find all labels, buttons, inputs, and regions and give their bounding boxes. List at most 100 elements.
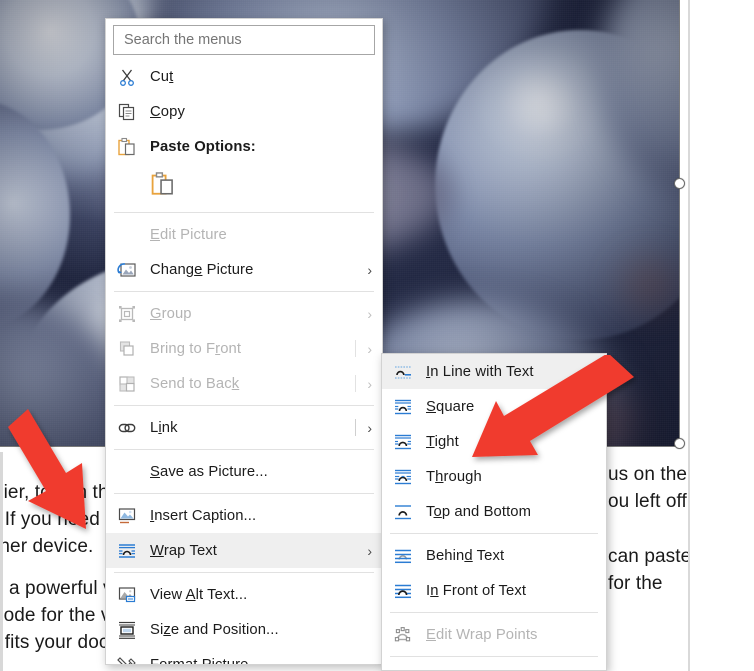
search-menus-row xyxy=(106,19,382,59)
menu-divider-1 xyxy=(114,212,374,213)
menu-item-bring-to-front: Bring to Front › xyxy=(106,331,382,366)
menu-item-separator-bar xyxy=(355,375,356,392)
search-menus-input[interactable] xyxy=(113,25,375,55)
menu-item-group-label: Group xyxy=(150,305,192,322)
submenu-item-move-with-text: Move with Text xyxy=(382,661,606,671)
menu-item-format-picture-label: Format Picture... xyxy=(150,656,262,665)
menu-divider-2 xyxy=(114,291,374,292)
menu-item-view-alt-text-label: View Alt Text... xyxy=(150,586,248,603)
submenu-item-in-front-of-text[interactable]: In Front of Text xyxy=(382,573,606,608)
menu-item-change-picture[interactable]: Change Picture › xyxy=(106,252,382,287)
menu-item-send-to-back-label: Send to Back xyxy=(150,375,240,392)
no-icon xyxy=(116,461,138,483)
chevron-right-icon: › xyxy=(367,419,372,436)
menu-item-size-and-position[interactable]: Size and Position... xyxy=(106,612,382,647)
menu-item-copy[interactable]: Copy xyxy=(106,94,382,129)
menu-item-view-alt-text[interactable]: View Alt Text... xyxy=(106,577,382,612)
chevron-right-icon: › xyxy=(367,261,372,278)
paste-keep-formatting-icon[interactable] xyxy=(150,171,176,201)
page-outside-right xyxy=(690,0,754,671)
scissors-icon xyxy=(116,66,138,88)
submenu-item-tight[interactable]: Tight xyxy=(382,424,606,459)
view-alt-text-icon xyxy=(116,584,138,606)
chevron-right-icon: › xyxy=(367,305,372,322)
send-to-back-icon xyxy=(116,373,138,395)
picture-border-right xyxy=(679,0,680,447)
menu-item-format-picture[interactable]: Format Picture... xyxy=(106,647,382,665)
page-margin-left xyxy=(0,452,3,671)
menu-item-change-picture-label: Change Picture xyxy=(150,261,254,278)
link-icon xyxy=(116,417,138,439)
picture-handle-right-lower[interactable] xyxy=(674,438,685,449)
submenu-item-edit-wrap-points: Edit Wrap Points xyxy=(382,617,606,652)
submenu-item-behind-text[interactable]: Behind Text xyxy=(382,538,606,573)
menu-item-edit-picture: Edit Picture xyxy=(106,217,382,252)
submenu-item-tight-label: Tight xyxy=(426,433,459,450)
submenu-item-in-line-with-text-label: In Line with Text xyxy=(426,363,534,380)
submenu-item-through[interactable]: Through xyxy=(382,459,606,494)
menu-item-separator-bar xyxy=(355,419,356,436)
doc-line-right-0: us on the xyxy=(608,464,688,485)
wrap-through-icon xyxy=(392,466,414,488)
menu-item-cut[interactable]: Cut xyxy=(106,59,382,94)
doc-line-right-2: can paste xyxy=(608,546,692,567)
submenu-item-in-front-of-text-label: In Front of Text xyxy=(426,582,527,599)
menu-item-copy-label: Copy xyxy=(150,103,185,120)
wrap-square-icon xyxy=(392,396,414,418)
edit-wrap-points-icon xyxy=(392,624,414,646)
menu-item-insert-caption[interactable]: Insert Caption... xyxy=(106,498,382,533)
screenshot-root: sier, too, in the . If you need ther dev… xyxy=(0,0,754,671)
menu-item-insert-caption-label: Insert Caption... xyxy=(150,507,257,524)
doc-line-left-4: code for the v xyxy=(0,605,111,626)
menu-divider-3 xyxy=(114,405,374,406)
menu-item-cut-label: Cut xyxy=(150,68,174,85)
submenu-item-in-line-with-text[interactable]: In Line with Text xyxy=(382,354,606,389)
doc-line-left-0: sier, too, in the xyxy=(0,482,120,503)
menu-item-save-as-picture[interactable]: Save as Picture... xyxy=(106,454,382,489)
wrap-top-bottom-icon xyxy=(392,501,414,523)
insert-caption-icon xyxy=(116,505,138,527)
submenu-item-top-and-bottom-label: Top and Bottom xyxy=(426,503,532,520)
submenu-item-edit-wrap-points-label: Edit Wrap Points xyxy=(426,626,538,643)
menu-item-link[interactable]: Link › xyxy=(106,410,382,445)
doc-line-left-5: t fits your doc xyxy=(0,632,109,653)
chevron-right-icon: › xyxy=(367,340,372,357)
wrap-tight-icon xyxy=(392,431,414,453)
wrap-inline-icon xyxy=(392,361,414,383)
change-picture-icon xyxy=(116,259,138,281)
menu-divider-4 xyxy=(114,449,374,450)
submenu-item-through-label: Through xyxy=(426,468,482,485)
picture-context-menu[interactable]: Cut Copy xyxy=(105,18,383,665)
wrap-behind-text-icon xyxy=(392,545,414,567)
menu-item-edit-picture-label: Edit Picture xyxy=(150,226,227,243)
picture-handle-right-upper[interactable] xyxy=(674,178,685,189)
wrap-text-submenu[interactable]: In Line with Text Square Tight Through T… xyxy=(381,353,607,671)
doc-line-left-2: ther device. xyxy=(0,536,94,557)
format-picture-icon xyxy=(116,654,138,664)
menu-item-link-label: Link xyxy=(150,419,178,436)
submenu-divider-1 xyxy=(390,533,598,534)
submenu-divider-3 xyxy=(390,656,598,657)
paste-options-gallery[interactable] xyxy=(106,164,382,208)
menu-item-paste-options-label: Paste Options: xyxy=(150,138,256,155)
menu-item-wrap-text[interactable]: Wrap Text › xyxy=(106,533,382,568)
submenu-item-top-and-bottom[interactable]: Top and Bottom xyxy=(382,494,606,529)
menu-item-group: Group › xyxy=(106,296,382,331)
menu-item-paste-options: Paste Options: xyxy=(106,129,382,164)
submenu-divider-2 xyxy=(390,612,598,613)
menu-divider-5 xyxy=(114,493,374,494)
submenu-item-square-label: Square xyxy=(426,398,475,415)
chevron-right-icon: › xyxy=(367,542,372,559)
wrap-text-icon xyxy=(116,540,138,562)
menu-divider-6 xyxy=(114,572,374,573)
submenu-item-square[interactable]: Square xyxy=(382,389,606,424)
doc-line-left-3: s a powerful v xyxy=(0,578,113,599)
clipboard-icon xyxy=(116,136,138,158)
menu-item-size-and-position-label: Size and Position... xyxy=(150,621,279,638)
no-icon xyxy=(392,668,414,671)
doc-line-right-1: ou left off xyxy=(608,491,687,512)
submenu-item-behind-text-label: Behind Text xyxy=(426,547,505,564)
menu-item-separator-bar xyxy=(355,340,356,357)
bring-to-front-icon xyxy=(116,338,138,360)
menu-item-bring-to-front-label: Bring to Front xyxy=(150,340,242,357)
